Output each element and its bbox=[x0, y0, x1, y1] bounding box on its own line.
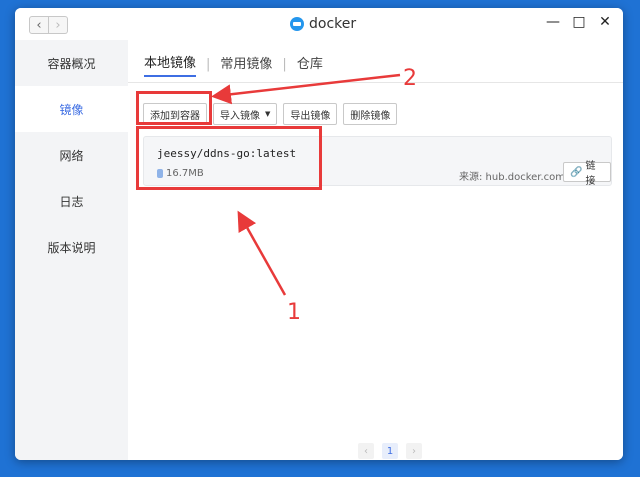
arrow-to-add-button bbox=[211, 73, 401, 105]
annotation-number-1: 1 bbox=[287, 300, 301, 325]
annotation-arrows bbox=[211, 73, 401, 296]
arrow-to-image-card bbox=[237, 210, 287, 296]
annotation-number-2: 2 bbox=[403, 66, 417, 91]
